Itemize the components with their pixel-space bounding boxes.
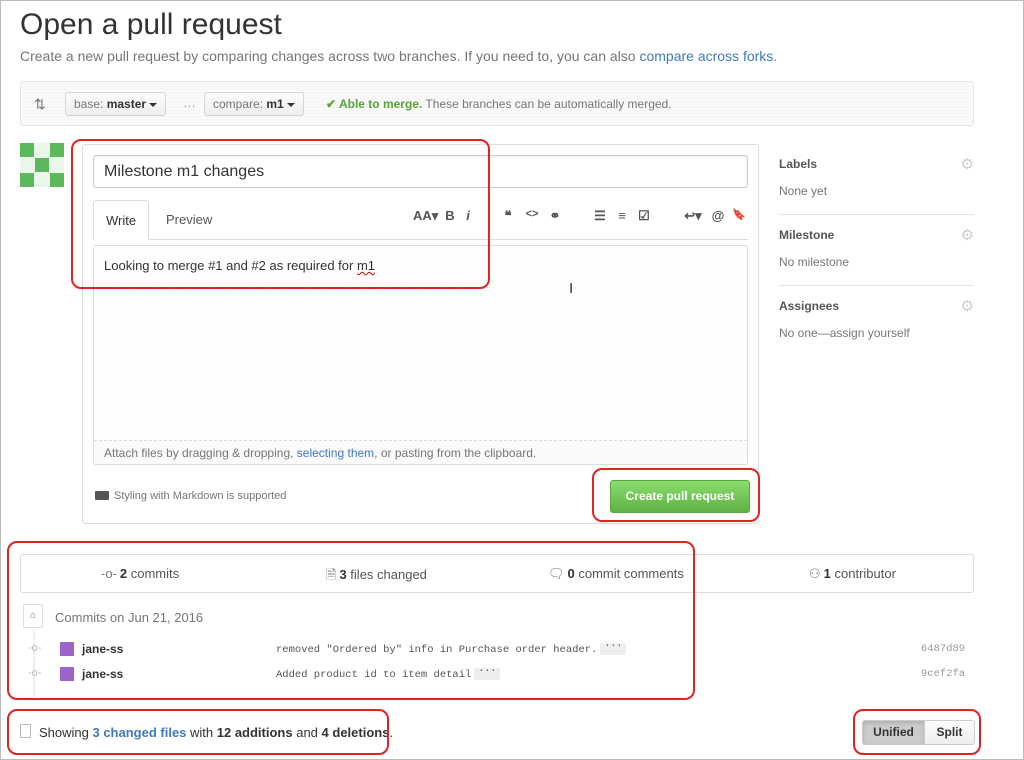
avatar[interactable] [60,667,74,681]
bullet-list-icon[interactable]: ☰ [591,208,609,224]
gear-icon[interactable]: ⚙ [961,155,974,173]
sidebar-value[interactable]: No one—assign yourself [779,326,910,340]
quote-icon[interactable]: ❝ [499,208,517,224]
misspelled-word: m1 [356,258,376,273]
pull-request-form: Write Preview AA▾ B i ❝ <> ⚭ ☰ ≡ ☑ ↩▾ @ … [82,144,759,524]
comment-body-text: Looking to merge #1 and #2 as required f… [104,258,376,273]
bold-icon[interactable]: B [441,208,459,223]
base-branch-button[interactable]: base: master [65,92,167,116]
link-icon[interactable]: ⚭ [546,208,564,224]
merge-status: ✔ Able to merge. These branches can be a… [326,97,672,111]
commit-dot-icon: -o- [28,667,42,679]
range-editor: ⇅ base: master … compare: m1 ✔ Able to m… [20,81,974,126]
commit-icon: -o- [101,566,117,581]
sidebar-labels: Labels ⚙ None yet [779,144,974,215]
avatar[interactable] [20,143,64,187]
file-icon [20,724,31,738]
compare-branch-button[interactable]: compare: m1 [204,92,304,116]
selecting-them-link[interactable]: selecting them [297,446,374,460]
attach-files-bar[interactable]: Attach files by dragging & dropping, sel… [94,440,747,464]
sidebar-value: None yet [779,184,828,198]
chevron-down-icon [286,102,295,107]
changed-files-link[interactable]: 3 changed files [92,725,186,740]
commit-sha[interactable]: 6487d89 [921,643,965,655]
tab-preview[interactable]: Preview [154,200,224,240]
page-subtitle: Create a new pull request by comparing c… [20,48,778,64]
gear-icon[interactable]: ⚙ [961,226,974,244]
gear-icon[interactable]: ⚙ [961,297,974,315]
text-size-icon[interactable]: AA▾ [413,208,438,224]
tab-write[interactable]: Write [93,200,150,240]
bookmark-icon[interactable]: 🔖 [730,208,748,221]
repo-push-icon: ⌂ [23,604,43,628]
compare-arrows-icon[interactable]: ⇅ [34,96,46,113]
file-diff-icon: 🗎 [326,567,337,582]
sidebar-assignees: Assignees ⚙ No one—assign yourself [779,286,974,357]
ellipsis-expander-button[interactable]: ··· [600,642,627,655]
contributors-tab[interactable]: ⚇ 1 contributor [809,566,896,582]
commit-dot-icon: -o- [28,642,42,654]
task-list-icon[interactable]: ☑ [635,208,653,224]
commit-author[interactable]: jane-ss [82,642,123,656]
sidebar-heading: Assignees [779,299,840,313]
reply-icon[interactable]: ↩▾ [681,208,705,224]
title-input[interactable] [93,155,748,188]
chevron-down-icon [149,102,158,107]
sidebar-milestone: Milestone ⚙ No milestone [779,215,974,286]
numbered-list-icon[interactable]: ≡ [613,208,631,223]
create-pull-request-button[interactable]: Create pull request [610,480,750,513]
ellipsis-expander-button[interactable]: ··· [474,667,501,680]
comment-body-textarea[interactable]: Looking to merge #1 and #2 as required f… [93,245,748,465]
files-changed-tab[interactable]: 🗎 3 files changed [326,566,427,588]
commit-author[interactable]: jane-ss [82,667,123,681]
italic-icon[interactable]: i [459,208,477,223]
page-title: Open a pull request [20,8,282,41]
range-separator: … [183,95,196,110]
diff-summary: Showing 3 changed files with 12 addition… [39,725,394,740]
numbers-summary: -o- 2 commits 🗎 3 files changed 🗨 0 commit … [20,554,974,593]
sidebar-heading: Milestone [779,228,835,242]
text-cursor-icon: I [569,280,574,297]
sidebar-heading: Labels [779,157,818,171]
code-icon[interactable]: <> [523,208,541,220]
commit-comments-tab[interactable]: 🗨 0 commit comments [548,566,684,582]
markdown-icon [95,491,109,500]
avatar[interactable] [60,642,74,656]
markdown-help-link[interactable]: Styling with Markdown is supported [95,490,286,502]
split-view-button[interactable]: Split [924,720,975,745]
organization-icon: ⚇ [809,566,821,581]
commits-tab[interactable]: -o- 2 commits [101,566,179,581]
commit-timeline [33,630,35,698]
unified-view-button[interactable]: Unified [862,720,925,745]
comment-icon: 🗨 [548,566,565,581]
sidebar-value: No milestone [779,255,850,269]
mention-icon[interactable]: @ [709,208,727,223]
commit-sha[interactable]: 9cef2fa [921,668,965,680]
commit-message[interactable]: removed "Ordered by" info in Purchase or… [276,642,627,656]
commit-message[interactable]: Added product id to item detail ··· [276,667,501,681]
compare-across-forks-link[interactable]: compare across forks [639,48,773,64]
commits-date-heading: Commits on Jun 21, 2016 [55,610,204,625]
